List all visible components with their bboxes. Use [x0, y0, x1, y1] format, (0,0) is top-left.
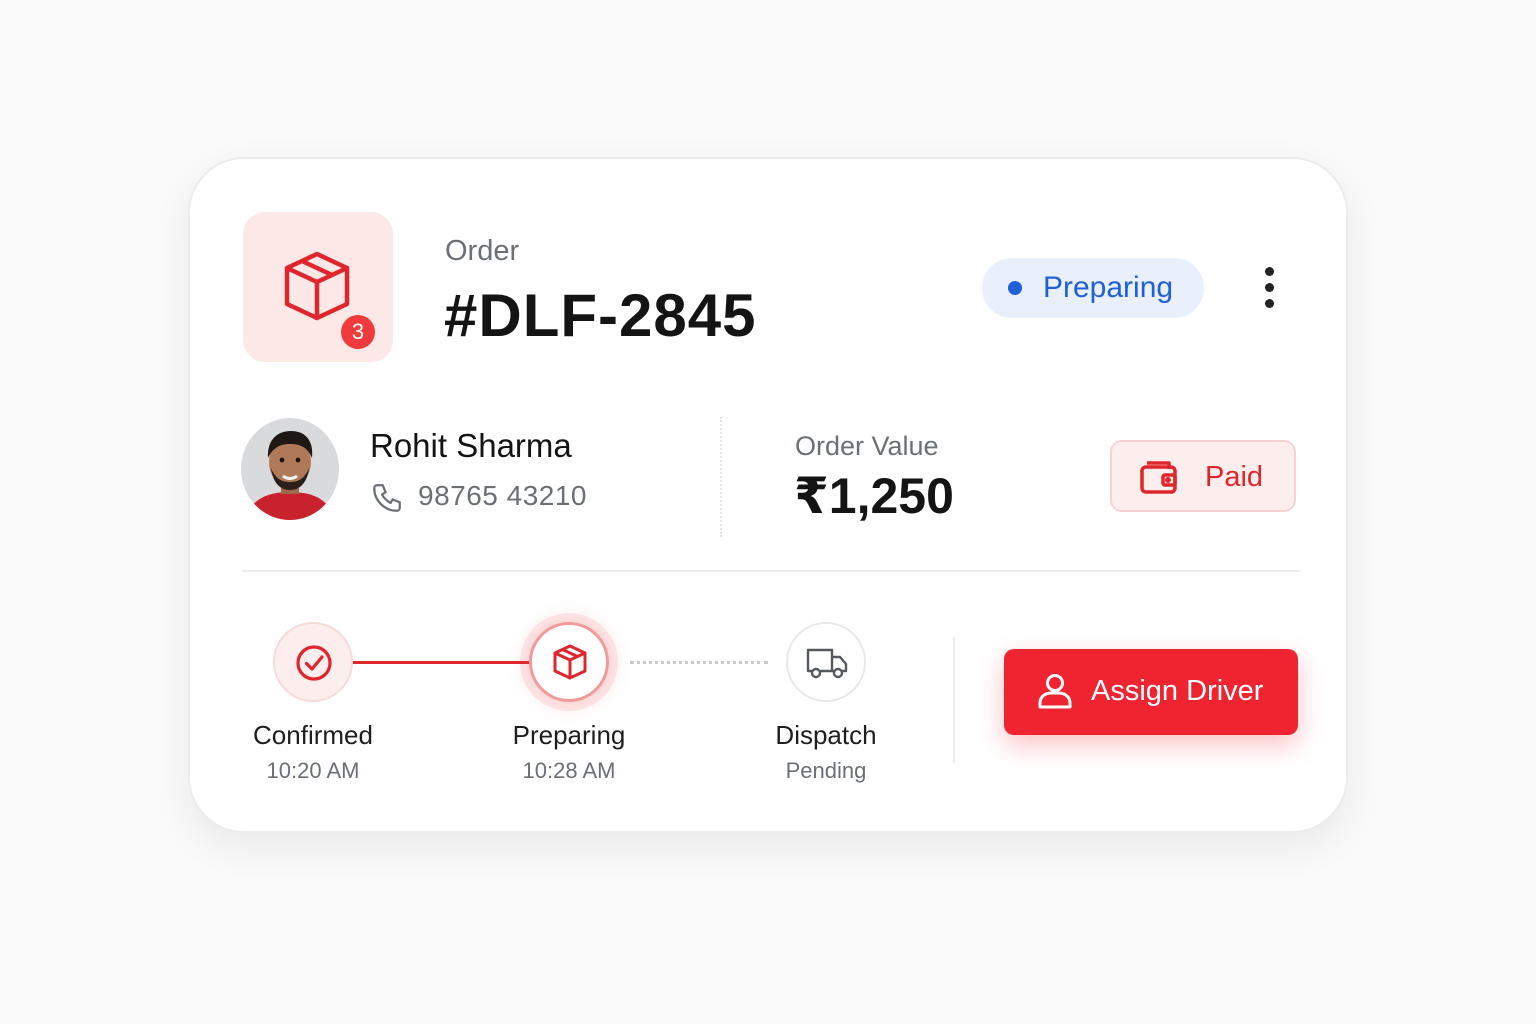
timeline-connector-pending — [630, 661, 768, 664]
check-circle-icon — [296, 645, 332, 681]
payment-status-button[interactable]: Paid — [1110, 440, 1296, 512]
timeline-step-preparing — [529, 622, 609, 702]
timeline-step-label: Preparing — [512, 720, 626, 750]
more-dot — [1265, 283, 1274, 292]
divider — [953, 637, 955, 763]
customer-phone[interactable]: 98765 43210 — [418, 480, 587, 512]
user-icon — [1038, 674, 1072, 709]
item-count-badge: 3 — [341, 315, 375, 349]
section-divider — [242, 570, 1300, 572]
avatar — [241, 418, 339, 520]
customer-name: Rohit Sharma — [370, 427, 572, 464]
timeline-connector-done — [353, 661, 529, 664]
order-value-label: Order Value — [795, 431, 939, 461]
timeline-step-time: 10:20 AM — [266, 758, 360, 783]
more-dot — [1265, 299, 1274, 308]
order-id: #DLF-2845 — [444, 282, 757, 349]
assign-driver-button[interactable]: Assign Driver — [1004, 649, 1298, 735]
phone-icon — [373, 484, 401, 512]
assign-driver-label: Assign Driver — [1091, 675, 1264, 707]
package-icon — [284, 251, 350, 321]
payment-status-label: Paid — [1205, 461, 1264, 493]
wallet-icon — [1140, 461, 1177, 494]
more-vertical-icon — [1265, 267, 1274, 276]
order-package-tile: 3 — [243, 212, 393, 362]
timeline-step-confirmed — [273, 622, 353, 702]
timeline-step-label: Dispatch — [775, 720, 877, 750]
package-icon — [553, 644, 587, 680]
timeline-step-time: Pending — [785, 758, 867, 783]
order-label: Order — [445, 235, 520, 267]
order-value-amount: ₹1,250 — [794, 468, 954, 524]
status-badge: Preparing — [982, 258, 1204, 318]
timeline-step-label: Confirmed — [253, 720, 373, 750]
timeline-step-time: 10:28 AM — [522, 758, 616, 783]
order-card: 3 Order #DLF-2845 Preparing Rohit Sharma… — [188, 157, 1348, 833]
divider — [720, 417, 722, 537]
status-label: Preparing — [1043, 271, 1174, 304]
more-options-button[interactable] — [1256, 265, 1282, 311]
status-dot-icon — [1008, 281, 1022, 295]
truck-icon — [806, 648, 848, 679]
timeline-step-dispatch — [786, 622, 866, 702]
